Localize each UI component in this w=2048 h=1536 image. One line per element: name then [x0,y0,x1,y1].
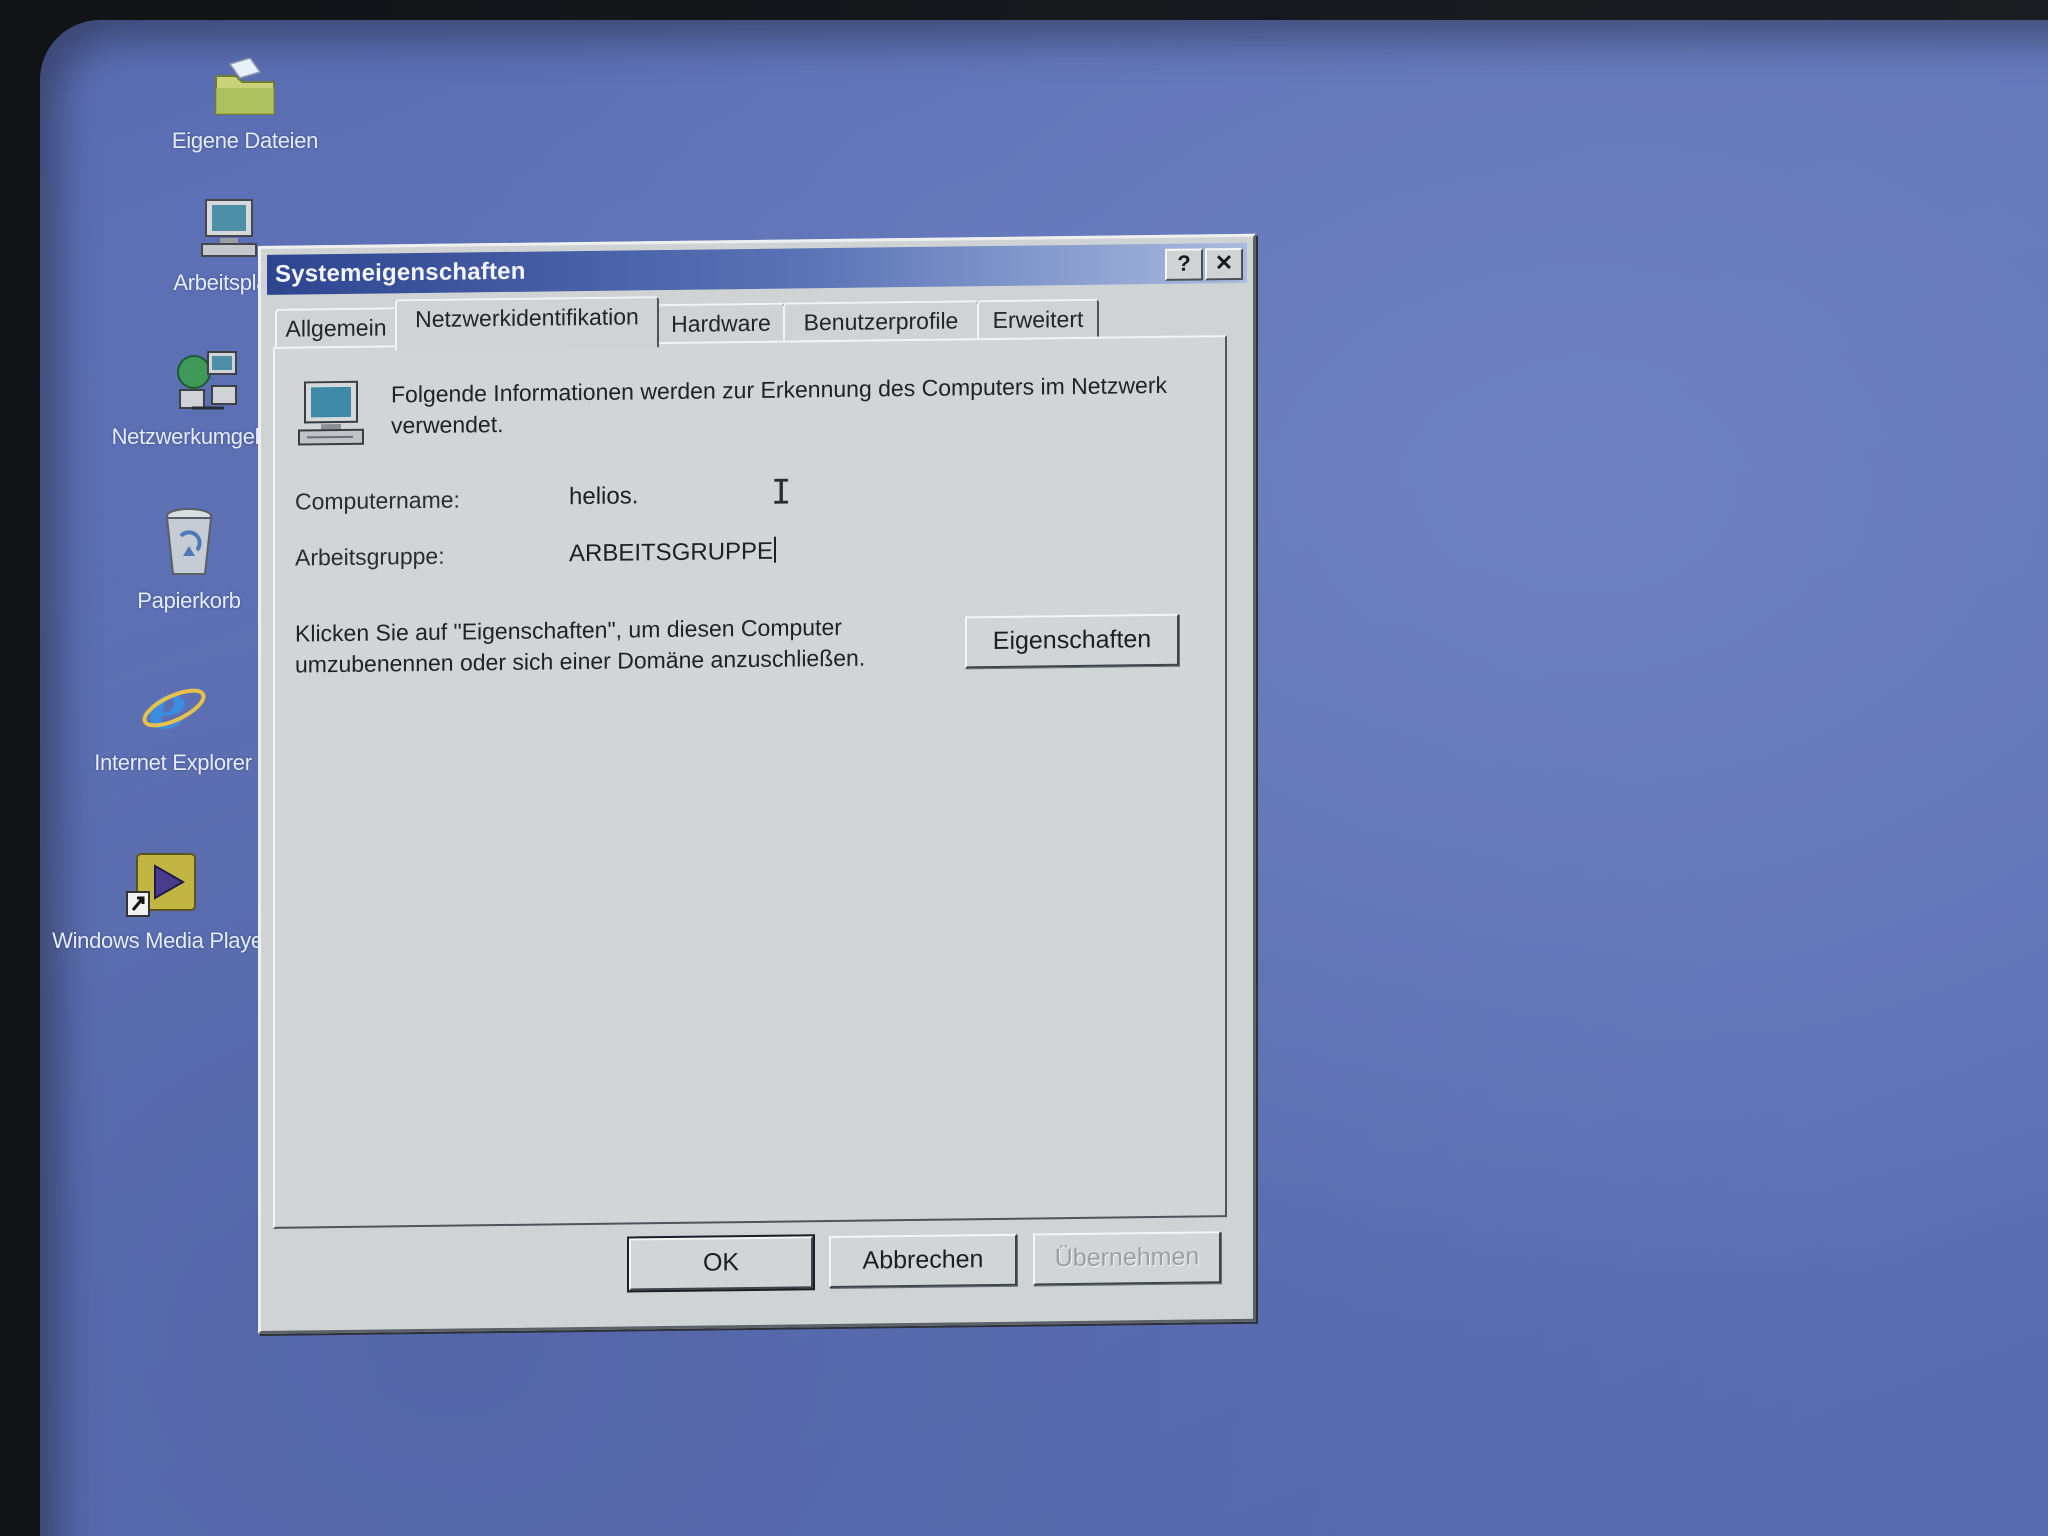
system-properties-dialog: Systemeigenschaften ? ✕ Allgemein Netzwe… [258,233,1256,1334]
computer-name-value: helios. [569,482,639,511]
tab-netzwerkidentifikation[interactable]: Netzwerkidentifikation [395,296,659,352]
close-button[interactable]: ✕ [1205,247,1243,281]
folder-icon [215,58,275,115]
dialog-title: Systemeigenschaften [275,257,526,288]
workgroup-value: ARBEITSGRUPPE [569,537,774,568]
hint-text: Klicken Sie auf "Eigenschaften", um dies… [295,613,866,678]
computer-icon [298,380,364,446]
computer-icon [201,199,257,257]
recycle-bin-icon [165,508,213,575]
workgroup-field[interactable]: ARBEITSGRUPPE [569,536,777,569]
apply-button[interactable]: Übernehmen [1033,1231,1221,1286]
desktop-icon-label: Eigene Dateien [171,128,319,153]
computer-name-label: Computername: [295,486,460,515]
cancel-button[interactable]: Abbrechen [829,1233,1017,1289]
properties-button[interactable]: Eigenschaften [965,613,1179,669]
tab-hardware[interactable]: Hardware [657,302,785,347]
tab-erweitert[interactable]: Erweitert [977,298,1099,343]
desktop-icon-internet-explorer[interactable]: e Internet Explorer [58,672,288,776]
desktop-icon-eigene-dateien[interactable]: Eigene Dateien [130,58,360,154]
desktop-icon-label: Internet Explorer [94,750,252,775]
desktop-icon-label: Windows Media Player [52,928,270,953]
tab-allgemein[interactable]: Allgemein [275,307,397,351]
workgroup-label: Arbeitsgruppe: [295,542,445,571]
internet-explorer-icon: e [142,672,206,742]
help-button[interactable]: ? [1165,248,1203,281]
ibeam-cursor-icon: I [771,472,792,513]
info-text: Folgende Informationen werden zur Erkenn… [391,371,1167,439]
text-caret [774,536,777,563]
media-player-icon [126,853,196,917]
network-icon [177,351,237,410]
desktop-icon-windows-media-player[interactable]: Windows Media Player [46,850,276,954]
dialog-titlebar[interactable]: Systemeigenschaften ? ✕ [267,242,1247,295]
network-identification-panel: Folgende Informationen werden zur Erkenn… [273,335,1227,1229]
close-icon: ✕ [1214,250,1234,276]
ok-button[interactable]: OK [627,1234,815,1293]
